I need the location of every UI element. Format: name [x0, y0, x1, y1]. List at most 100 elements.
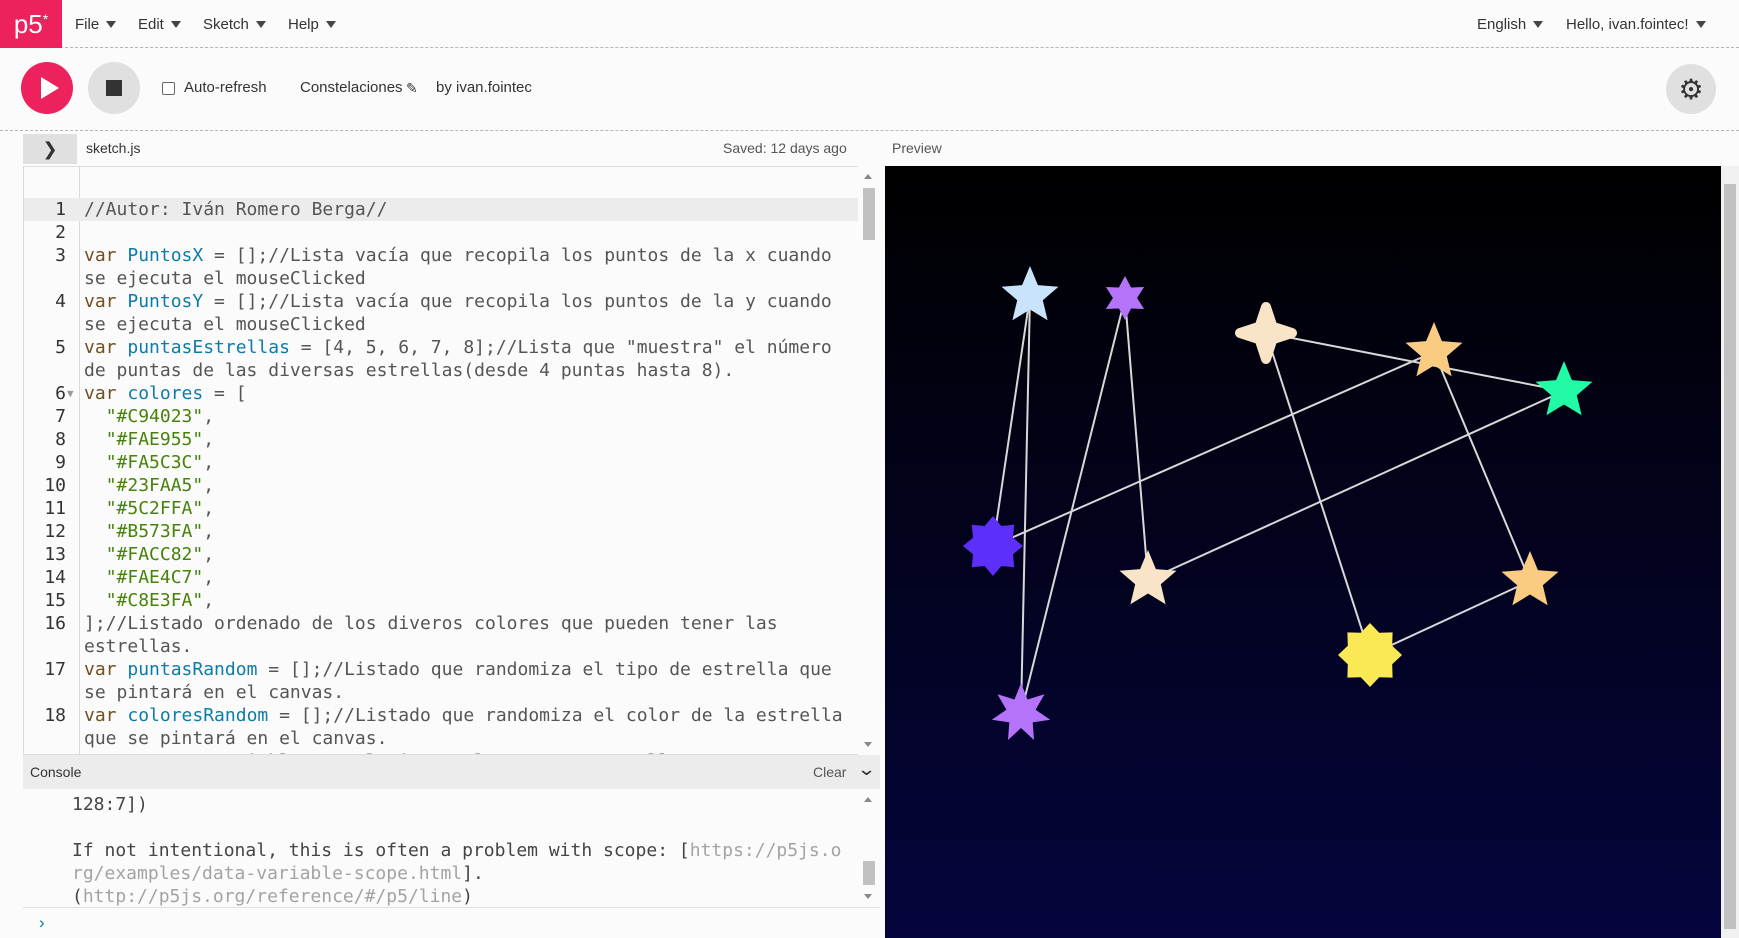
console-scrollbar[interactable] — [858, 789, 880, 907]
fold-gutter — [66, 520, 80, 543]
menu-edit[interactable]: Edit — [138, 0, 181, 48]
logo-asterisk: * — [42, 11, 49, 27]
fold-gutter — [66, 543, 80, 566]
line-text: //Autor: Iván Romero Berga// — [84, 199, 388, 220]
settings-button[interactable]: ⚙ — [1666, 64, 1716, 114]
console-output: 128:7]) If not intentional, this is ofte… — [23, 789, 880, 907]
stop-button[interactable] — [88, 62, 140, 114]
line-number: 10 — [44, 475, 66, 496]
console-clear-button[interactable]: Clear — [813, 764, 846, 780]
line-text: "#C8E3FA", — [105, 590, 215, 611]
menu-file[interactable]: File — [75, 0, 117, 48]
console-link[interactable]: http://p5js.org/reference/#/p5/line — [83, 886, 462, 907]
line-text: "#FA5C3C", — [105, 452, 215, 473]
line-text: "#5C2FFA", — [105, 498, 215, 519]
code-line[interactable]: 11 "#5C2FFA", — [24, 497, 861, 520]
line-number: 3 — [55, 245, 66, 266]
code-line[interactable]: 18 var coloresRandom = [];//Listado que r… — [24, 704, 861, 750]
code-line[interactable]: 2 — [24, 221, 861, 244]
line-number: 18 — [44, 705, 66, 726]
code-lines: 1 //Autor: Iván Romero Berga// 2 3 var Punto… — [24, 198, 861, 754]
scroll-up-icon[interactable] — [864, 797, 872, 802]
line-text: var PuntosY = [];//Lista vacía que recop… — [84, 291, 843, 335]
code-line[interactable]: 1 //Autor: Iván Romero Berga// — [24, 198, 861, 221]
line-number: 5 — [55, 337, 66, 358]
menu-sketch-label: Sketch — [203, 15, 249, 33]
auto-refresh-label: Auto-refresh — [184, 79, 267, 96]
line-text: var colores = [ — [84, 383, 247, 404]
code-line[interactable]: 3 var PuntosX = [];//Lista vacía que reco… — [24, 244, 861, 290]
line-text: "#FAE955", — [105, 429, 215, 450]
line-text: var puntasRandom = [];//Listado que rand… — [84, 659, 843, 703]
line-text — [80, 221, 850, 244]
chevron-right-icon: ❯ — [42, 138, 58, 159]
console-header: Console Clear ⌄ — [23, 755, 880, 789]
fold-gutter — [66, 198, 80, 221]
line-number: 11 — [44, 498, 66, 519]
caret-down-icon — [170, 20, 181, 28]
play-button[interactable] — [21, 62, 73, 114]
code-line[interactable]: 7 "#C94023", — [24, 405, 861, 428]
fold-gutter — [66, 405, 80, 428]
fold-gutter — [66, 451, 80, 474]
code-line[interactable]: 15 "#C8E3FA", — [24, 589, 861, 612]
fold-gutter — [66, 244, 80, 290]
code-line[interactable]: 8 "#FAE955", — [24, 428, 861, 451]
console-text: ) — [462, 886, 473, 907]
code-line[interactable]: 5 var puntasEstrellas = [4, 5, 6, 7, 8];/… — [24, 336, 861, 382]
caret-down-icon — [106, 20, 117, 28]
line-number: 15 — [44, 590, 66, 611]
p5-logo[interactable]: p5 * — [0, 0, 62, 48]
fold-gutter — [66, 658, 80, 704]
sketch-author[interactable]: by ivan.fointec — [436, 79, 532, 96]
menu-sketch[interactable]: Sketch — [203, 0, 266, 48]
editor-scroll-thumb[interactable] — [863, 188, 875, 240]
line-text: "#B573FA", — [105, 521, 215, 542]
console-input[interactable]: › — [23, 907, 880, 938]
code-line[interactable]: 4 var PuntosY = [];//Lista vacía que reco… — [24, 290, 861, 336]
fold-gutter — [66, 290, 80, 336]
chevron-down-icon[interactable]: ⌄ — [857, 759, 877, 780]
expand-sidebar-button[interactable]: ❯ — [23, 134, 77, 164]
file-tab-name[interactable]: sketch.js — [86, 140, 140, 156]
editor-scrollbar[interactable] — [858, 166, 880, 755]
preview-scroll-thumb[interactable] — [1724, 184, 1736, 929]
fold-gutter — [66, 428, 80, 451]
line-text: "#23FAA5", — [105, 475, 215, 496]
preview-canvas[interactable] — [885, 166, 1721, 938]
user-menu[interactable]: Hello, ivan.fointec! — [1566, 0, 1706, 48]
code-line[interactable]: 10 "#23FAA5", — [24, 474, 861, 497]
auto-refresh-checkbox[interactable] — [162, 82, 175, 95]
code-line[interactable]: 6 ▼ var colores = [ — [24, 382, 861, 405]
pencil-icon[interactable]: ✎ — [406, 80, 418, 97]
language-menu[interactable]: English — [1477, 0, 1544, 48]
fold-gutter — [66, 612, 80, 658]
scroll-down-icon[interactable] — [864, 742, 872, 747]
line-number: 6 — [55, 383, 66, 404]
code-line[interactable]: 12 "#B573FA", — [24, 520, 861, 543]
preview-scrollbar[interactable] — [1721, 166, 1739, 938]
code-editor[interactable]: 1 //Autor: Iván Romero Berga// 2 3 var Punto… — [23, 166, 880, 755]
fold-gutter — [66, 221, 80, 244]
code-line[interactable]: 14 "#FAE4C7", — [24, 566, 861, 589]
code-line[interactable]: 13 "#FACC82", — [24, 543, 861, 566]
fold-arrow-icon[interactable]: ▼ — [66, 382, 80, 405]
code-line[interactable]: 17 var puntasRandom = [];//Listado que ra… — [24, 658, 861, 704]
code-line[interactable]: 16];//Listado ordenado de los diveros co… — [24, 612, 861, 658]
sketch-name[interactable]: Constelaciones — [300, 79, 403, 96]
line-number: 7 — [55, 406, 66, 427]
scroll-up-icon[interactable] — [864, 174, 872, 179]
user-label: Hello, ivan.fointec! — [1566, 15, 1689, 33]
line-number: 4 — [55, 291, 66, 312]
code-line[interactable]: 9 "#FA5C3C", — [24, 451, 861, 474]
line-text: var puntasEstrellas = [4, 5, 6, 7, 8];//… — [84, 337, 843, 381]
menu-help[interactable]: Help — [288, 0, 336, 48]
fold-gutter — [66, 336, 80, 382]
line-text: "#FAE4C7", — [105, 567, 215, 588]
gear-icon: ⚙ — [1678, 73, 1704, 105]
logo-text: p5 — [13, 8, 43, 39]
scroll-down-icon[interactable] — [864, 894, 872, 899]
console-text: If not intentional, this is often a prob… — [72, 840, 690, 861]
console-scroll-thumb[interactable] — [863, 861, 875, 885]
console-message: If not intentional, this is often a prob… — [72, 839, 842, 908]
